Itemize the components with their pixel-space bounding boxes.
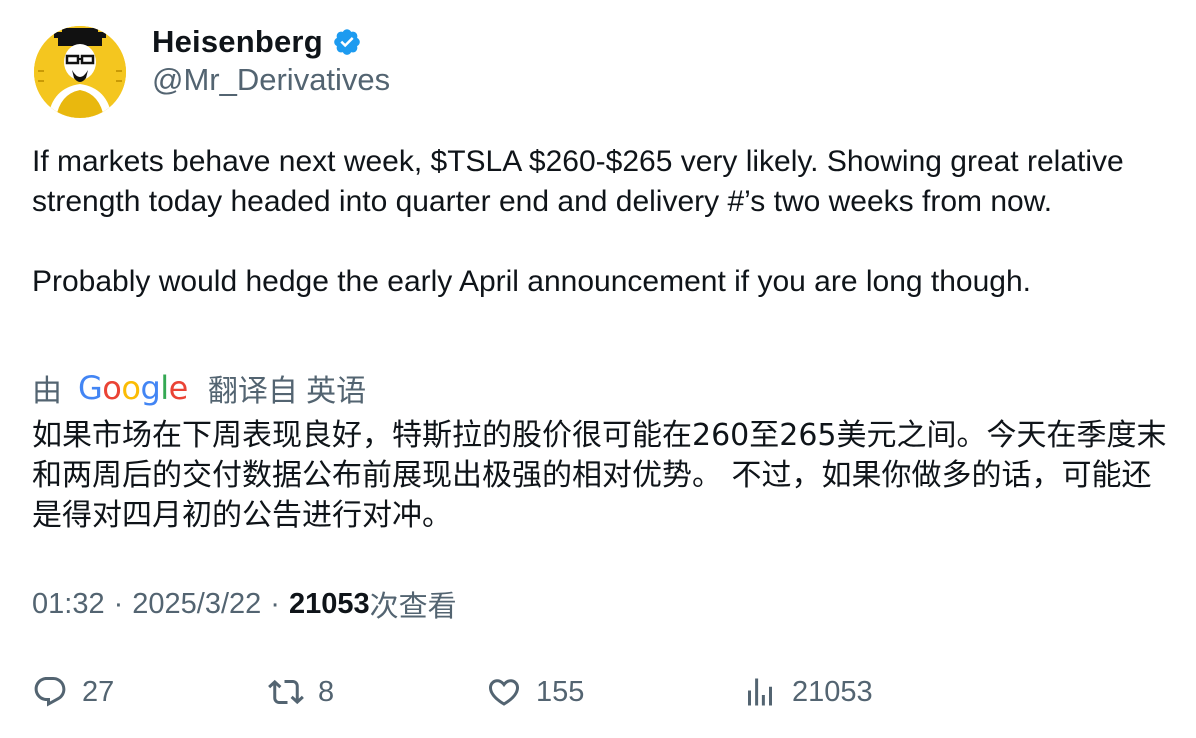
avatar[interactable] [34,26,126,118]
meta-separator: · [113,587,124,620]
retweet-count: 8 [318,675,335,708]
reply-button[interactable]: 27 [32,668,114,716]
tweet-meta: 01:32 · 2025/3/22 · 21053 次查看 [32,584,457,624]
heisenberg-avatar-icon [34,26,126,118]
author-handle[interactable]: @Mr_Derivatives [152,62,390,98]
views-button[interactable]: 21053 [742,668,873,716]
verified-badge-icon [334,29,360,55]
google-logo-icon[interactable]: Google [78,369,188,407]
like-button[interactable]: 155 [486,668,584,716]
tweet-time[interactable]: 01:32 [32,588,105,621]
translated-text: 如果市场在下周表现良好，特斯拉的股价很可能在260至265美元之间。今天在季度末… [32,418,1167,533]
display-name[interactable]: Heisenberg [152,24,323,60]
analytics-icon [748,678,772,706]
translation-attribution: 由 Google 翻译自 英语 [32,368,366,408]
translation-from-label: 翻译自 英语 [207,375,367,408]
retweet-button[interactable]: 8 [268,668,334,716]
translation-by-label: 由 [32,375,62,408]
views-action-count: 21053 [792,675,873,708]
reply-icon [34,677,66,707]
tweet-card: Heisenberg @Mr_Derivatives If markets be… [0,0,1196,738]
like-count: 155 [536,675,585,708]
heart-icon [488,679,520,706]
retweet-icon [268,679,304,705]
tweet-actions: 27 8 155 21053 [0,668,1196,716]
tweet-text: If markets behave next week, $TSLA $260-… [32,145,1124,298]
reply-count: 27 [82,675,115,708]
views-count: 21053 [288,587,370,620]
views-label: 次查看 [369,591,457,623]
tweet-date[interactable]: 2025/3/22 [132,588,261,621]
author-name-row[interactable]: Heisenberg [152,24,362,60]
meta-separator: · [270,587,280,620]
